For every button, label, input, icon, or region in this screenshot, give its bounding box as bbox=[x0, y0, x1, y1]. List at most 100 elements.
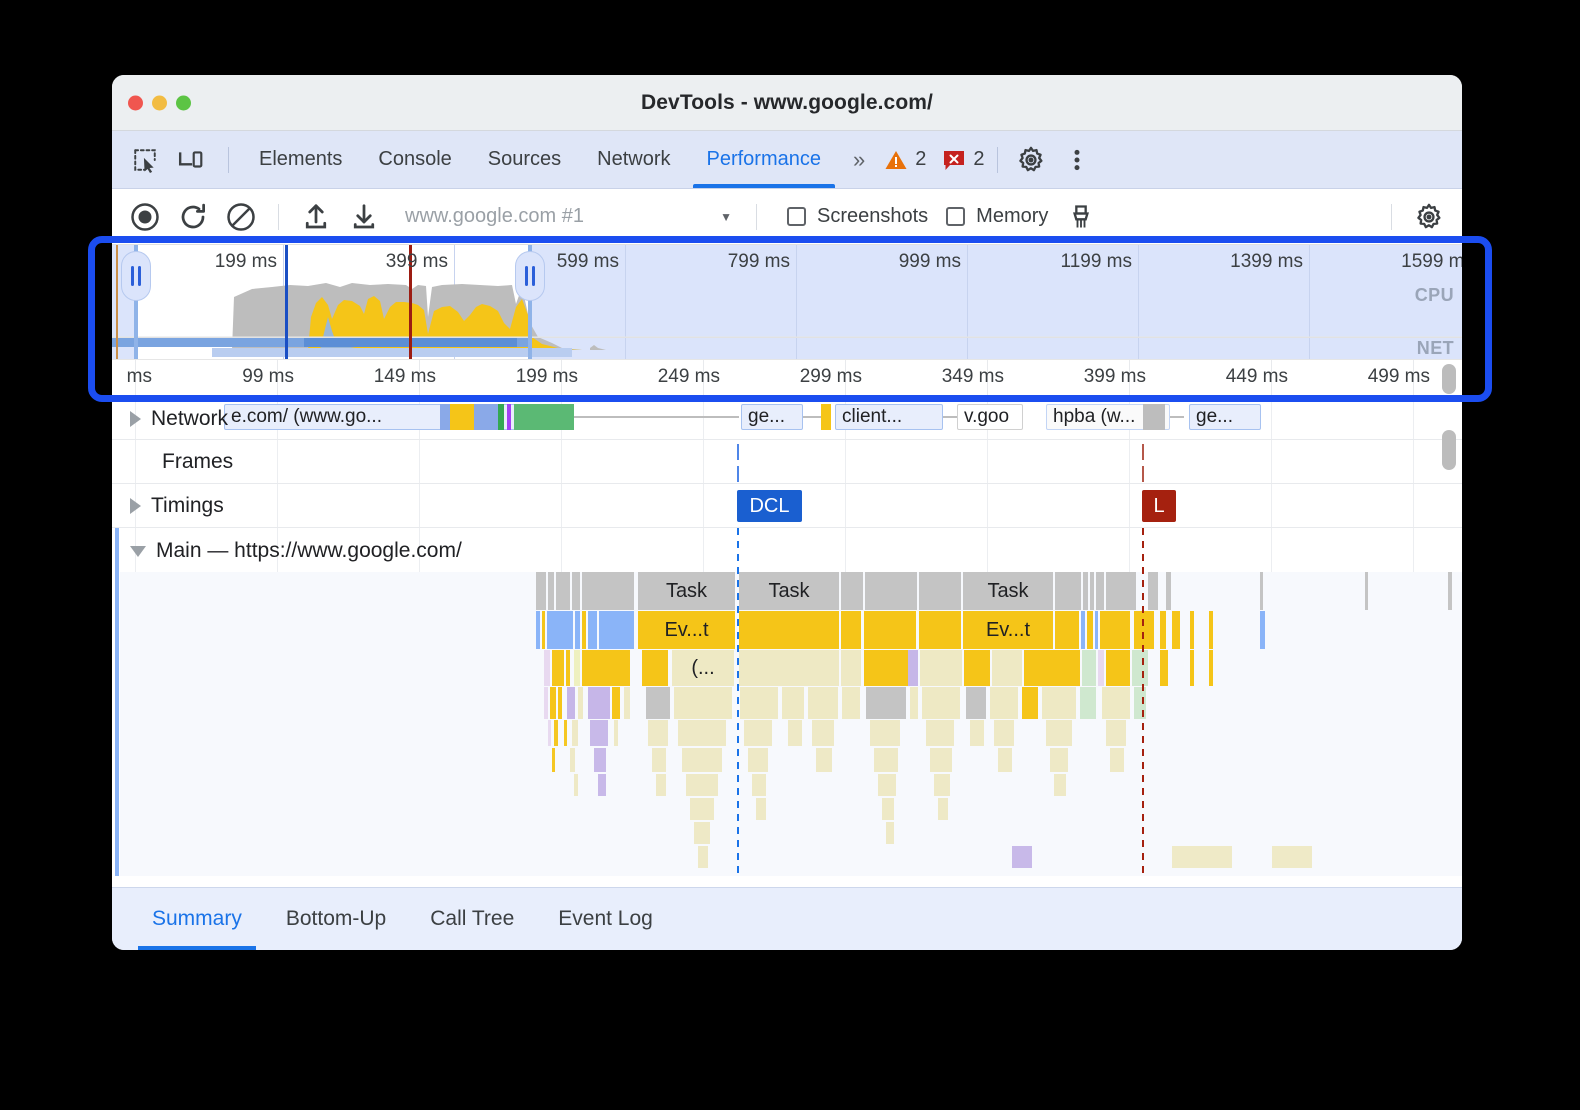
window-left-handle[interactable] bbox=[134, 245, 138, 359]
tab-event-log[interactable]: Event Log bbox=[536, 888, 675, 950]
memory-label: Memory bbox=[976, 205, 1048, 228]
overview-time-label: 1399 ms bbox=[1230, 251, 1309, 273]
record-icon[interactable] bbox=[122, 194, 168, 240]
flame-task-block[interactable]: Task bbox=[638, 572, 735, 610]
flame-task-label: Task bbox=[768, 580, 809, 603]
timeline-scrollbar-thumb[interactable] bbox=[1442, 364, 1456, 394]
tab-network[interactable]: Network bbox=[579, 131, 688, 188]
warning-badge[interactable]: 2 bbox=[884, 148, 926, 172]
overview-cpu-label: CPU bbox=[1415, 285, 1454, 306]
chevron-down-icon: ▼ bbox=[720, 210, 732, 224]
network-request[interactable]: ge... bbox=[1189, 404, 1261, 430]
load-marker[interactable]: L bbox=[1142, 490, 1176, 522]
network-request[interactable]: client... bbox=[835, 404, 943, 430]
overview-time-label: 599 ms bbox=[557, 251, 625, 273]
overview-time-label: 1199 ms bbox=[1061, 251, 1138, 273]
window-right-handle[interactable] bbox=[528, 245, 532, 359]
gear-icon[interactable] bbox=[1010, 139, 1052, 181]
ruler-label: 99 ms bbox=[242, 366, 302, 388]
error-bubble-icon bbox=[942, 148, 966, 172]
flame-task-block[interactable]: Task bbox=[963, 572, 1053, 610]
reload-record-icon[interactable] bbox=[170, 194, 216, 240]
chevron-down-icon[interactable] bbox=[130, 546, 146, 557]
overview-time-label: 799 ms bbox=[728, 251, 796, 273]
timings-track-label: Timings bbox=[151, 494, 224, 518]
grip-bar-icon bbox=[532, 266, 535, 286]
memory-checkbox-box[interactable] bbox=[946, 207, 965, 226]
timings-track-label-group[interactable]: Timings bbox=[130, 492, 224, 520]
ruler-label: 499 ms bbox=[1368, 366, 1438, 388]
window-titlebar: DevTools - www.google.com/ bbox=[112, 75, 1462, 131]
flame-event-label: Ev...t bbox=[664, 619, 708, 642]
warning-count: 2 bbox=[915, 148, 926, 171]
network-request[interactable]: e.com/ (www.go... bbox=[224, 404, 564, 430]
network-track-label-group[interactable]: Network bbox=[130, 404, 228, 434]
device-toolbar-icon[interactable] bbox=[170, 139, 212, 181]
capture-settings-gear-icon[interactable] bbox=[1406, 194, 1452, 240]
flame-subevent-label: (... bbox=[691, 657, 714, 680]
main-flame-chart[interactable] bbox=[112, 572, 1462, 876]
network-track-row[interactable]: e.com/ (www.go... ge... client... bbox=[112, 398, 1462, 440]
timeline-ruler: ms 99 ms 149 ms 199 ms 249 ms 299 ms 349… bbox=[112, 360, 1462, 398]
grip-bar-icon bbox=[525, 266, 528, 286]
main-track-row[interactable]: Main — https://www.google.com/ bbox=[112, 528, 1462, 876]
frames-track-row[interactable]: Frames bbox=[112, 440, 1462, 484]
network-request[interactable]: v.goo bbox=[957, 404, 1023, 430]
main-track-label-group[interactable]: Main — https://www.google.com/ bbox=[130, 536, 462, 566]
timings-track-row[interactable]: Timings DCL L bbox=[112, 484, 1462, 528]
network-request[interactable]: ge... bbox=[741, 404, 803, 430]
close-window-button[interactable] bbox=[128, 95, 143, 110]
recording-select[interactable]: www.google.com #1 ▼ bbox=[397, 197, 742, 237]
flame-event-block[interactable]: Ev...t bbox=[638, 611, 735, 649]
network-request-segment bbox=[507, 404, 511, 430]
clear-icon[interactable] bbox=[218, 194, 264, 240]
dcl-marker[interactable]: DCL bbox=[737, 490, 802, 522]
tab-console[interactable]: Console bbox=[360, 131, 469, 188]
overview-timeline[interactable]: 199 ms 399 ms 599 ms 799 ms 999 ms 1199 … bbox=[112, 245, 1462, 360]
tab-performance[interactable]: Performance bbox=[689, 131, 840, 188]
tab-bottom-up[interactable]: Bottom-Up bbox=[264, 888, 408, 950]
error-badge[interactable]: 2 bbox=[942, 148, 984, 172]
tab-summary[interactable]: Summary bbox=[130, 888, 264, 950]
network-request-label: ge... bbox=[1190, 406, 1233, 428]
tab-elements[interactable]: Elements bbox=[241, 131, 360, 188]
brush-icon[interactable] bbox=[1058, 194, 1104, 240]
flame-subevent-block[interactable]: (... bbox=[672, 650, 734, 686]
ruler-label: 449 ms bbox=[1226, 366, 1296, 388]
network-request-segment bbox=[1143, 404, 1165, 430]
network-wait-line bbox=[574, 416, 739, 418]
chevron-right-icon[interactable] bbox=[130, 411, 141, 427]
flame-event-label: Ev...t bbox=[986, 619, 1030, 642]
memory-checkbox[interactable]: Memory bbox=[946, 205, 1048, 228]
window-title: DevTools - www.google.com/ bbox=[641, 91, 933, 115]
screenshot-root: DevTools - www.google.com/ Ele bbox=[0, 0, 1580, 1110]
network-track-label: Network bbox=[151, 407, 228, 431]
inspect-element-icon[interactable] bbox=[124, 139, 166, 181]
maximize-window-button[interactable] bbox=[176, 95, 191, 110]
minimize-window-button[interactable] bbox=[152, 95, 167, 110]
window-left-handle-grip[interactable] bbox=[121, 251, 151, 301]
toolbar-divider-3 bbox=[1391, 204, 1392, 230]
network-request-label: v.goo bbox=[958, 406, 1009, 428]
tab-sources[interactable]: Sources bbox=[470, 131, 579, 188]
devtools-window: DevTools - www.google.com/ Ele bbox=[112, 75, 1462, 950]
kebab-menu-icon[interactable] bbox=[1056, 139, 1098, 181]
flame-chart-tracks[interactable]: e.com/ (www.go... ge... client... bbox=[112, 398, 1462, 876]
network-request-label: client... bbox=[836, 406, 902, 428]
flame-event-block[interactable]: Ev...t bbox=[963, 611, 1053, 649]
tab-call-tree[interactable]: Call Tree bbox=[408, 888, 536, 950]
window-right-handle-grip[interactable] bbox=[515, 251, 545, 301]
flame-task-block[interactable]: Task bbox=[739, 572, 839, 610]
panel-tabs: Elements Console Sources Network Perform… bbox=[241, 131, 839, 188]
ruler-label: 249 ms bbox=[658, 366, 728, 388]
grip-bar-icon bbox=[131, 266, 134, 286]
download-profile-icon[interactable] bbox=[341, 194, 387, 240]
screenshots-checkbox-box[interactable] bbox=[787, 207, 806, 226]
more-tabs-icon[interactable]: » bbox=[839, 147, 876, 173]
screenshots-checkbox[interactable]: Screenshots bbox=[787, 205, 928, 228]
upload-profile-icon[interactable] bbox=[293, 194, 339, 240]
tracks-scrollbar-thumb[interactable] bbox=[1442, 430, 1456, 470]
chevron-right-icon[interactable] bbox=[130, 498, 141, 514]
tabbar-divider bbox=[228, 147, 229, 173]
traffic-lights bbox=[128, 95, 191, 110]
